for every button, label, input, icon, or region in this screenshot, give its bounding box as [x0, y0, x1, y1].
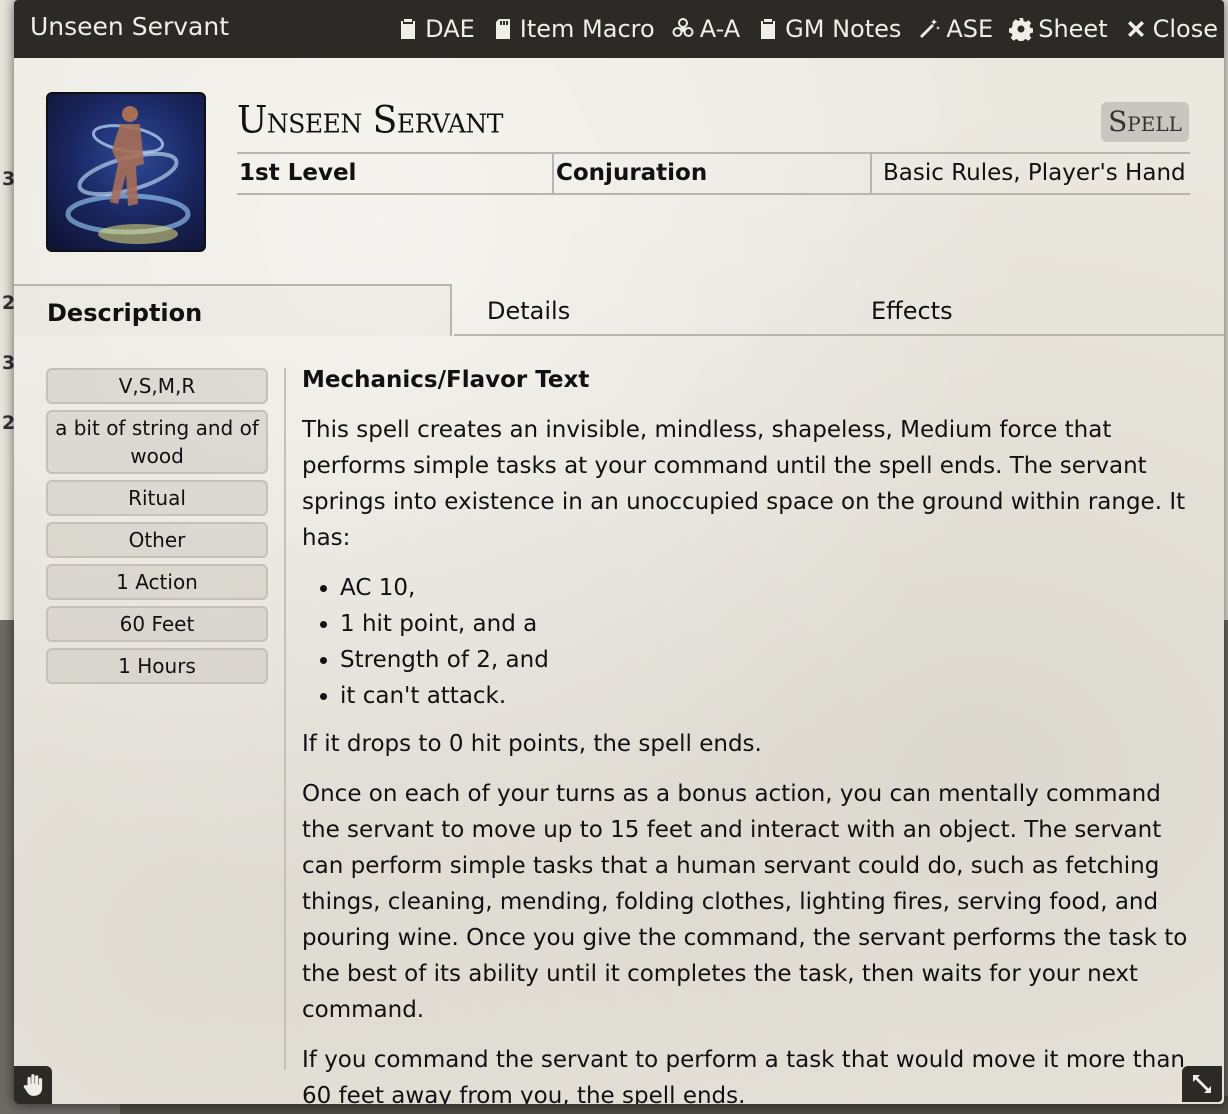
item-name[interactable]: Unseen Servant — [237, 99, 503, 142]
spell-art-icon — [65, 106, 191, 244]
ase-button-label: ASE — [946, 15, 994, 43]
sheet-button[interactable]: Sheet — [1009, 15, 1108, 43]
dae-button[interactable]: DAE — [396, 15, 475, 43]
item-portrait-image[interactable] — [46, 92, 206, 252]
description-heading: Mechanics/Flavor Text — [302, 367, 590, 393]
spell-school: Conjuration — [554, 154, 872, 193]
resize-handle[interactable] — [1182, 1066, 1222, 1102]
sheet-button-label: Sheet — [1038, 15, 1108, 43]
magic-wand-icon — [920, 19, 941, 38]
description-paragraph: This spell creates an invisible, mindles… — [302, 417, 1186, 551]
description-list: AC 10, 1 hit point, and a Strength of 2,… — [340, 570, 1202, 714]
property-activation: 1 Action — [46, 564, 268, 600]
drag-handle[interactable] — [14, 1066, 52, 1104]
list-item: AC 10, — [340, 570, 1202, 606]
window-titlebar[interactable]: Unseen Servant DAE Item Macro A-A GM Not… — [14, 0, 1224, 58]
list-item: it can't attack. — [340, 678, 1202, 714]
item-sheet-window: Unseen Servant DAE Item Macro A-A GM Not… — [14, 0, 1224, 1104]
clipboard-icon — [401, 19, 416, 39]
tab-details[interactable]: Details — [454, 284, 834, 336]
ase-button[interactable]: ASE — [917, 15, 993, 43]
description-paragraph: Once on each of your turns as a bonus ac… — [302, 781, 1188, 1023]
item-macro-button[interactable]: Item Macro — [491, 15, 655, 43]
list-item: 1 hit point, and a — [340, 606, 1202, 642]
sheet-tabs: Description Details Effects — [14, 284, 1224, 336]
gm-notes-button[interactable]: GM Notes — [756, 15, 901, 43]
dae-button-label: DAE — [425, 15, 475, 43]
item-type-badge: Spell — [1101, 102, 1189, 142]
close-button[interactable]: Close — [1124, 15, 1218, 43]
list-item: Strength of 2, and — [340, 642, 1202, 678]
property-action-type: Other — [46, 522, 268, 558]
sd-card-icon — [495, 19, 510, 39]
property-ritual: Ritual — [46, 480, 268, 516]
background-row-number: 2 — [2, 412, 16, 434]
gear-icon — [1009, 18, 1034, 41]
property-components: V,S,M,R — [46, 368, 268, 404]
item-macro-button-label: Item Macro — [519, 15, 655, 43]
tab-effects[interactable]: Effects — [834, 284, 1224, 336]
item-source[interactable]: Basic Rules, Player's Hand — [872, 154, 1190, 193]
close-button-label: Close — [1152, 15, 1218, 43]
property-materials: a bit of string and of wood — [46, 410, 268, 474]
background-row-number: 3 — [2, 168, 16, 190]
background-row-number: 3 — [2, 352, 16, 374]
item-description[interactable]: Mechanics/Flavor Text This spell creates… — [302, 362, 1202, 1104]
gm-notes-button-label: GM Notes — [785, 15, 902, 43]
property-duration: 1 Hours — [46, 648, 268, 684]
description-paragraph: If you command the servant to perform a … — [302, 1047, 1186, 1104]
a-a-button[interactable]: A-A — [671, 15, 740, 43]
resize-icon — [1193, 1075, 1211, 1093]
close-icon — [1127, 21, 1144, 37]
a-a-button-label: A-A — [699, 15, 741, 43]
hand-icon — [23, 1074, 43, 1096]
header-buttons: DAE Item Macro A-A GM Notes ASE Sheet Cl… — [396, 10, 1218, 48]
description-paragraph: If it drops to 0 hit points, the spell e… — [302, 731, 762, 757]
background-row-number: 2 — [2, 292, 16, 314]
sidebar-divider — [284, 368, 286, 1070]
item-summary: 1st Level Conjuration Basic Rules, Playe… — [237, 152, 1190, 195]
item-properties: V,S,M,R a bit of string and of wood Ritu… — [46, 368, 268, 690]
spell-level: 1st Level — [237, 154, 554, 193]
tab-description[interactable]: Description — [14, 284, 452, 336]
window-title: Unseen Servant — [30, 12, 230, 41]
property-range: 60 Feet — [46, 606, 268, 642]
clipboard-icon — [761, 19, 776, 39]
biohazard-icon — [672, 18, 694, 37]
